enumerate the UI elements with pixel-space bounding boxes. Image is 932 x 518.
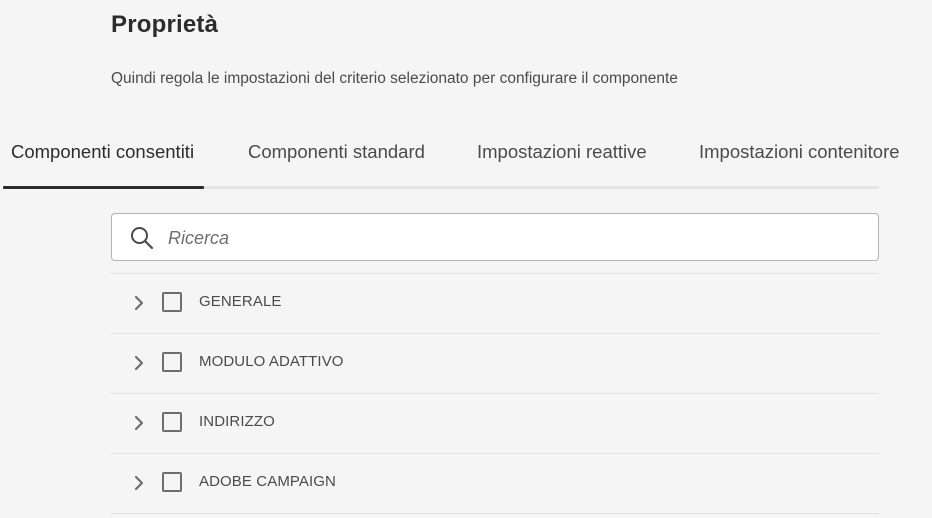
chevron-right-icon[interactable] — [131, 474, 147, 492]
search-input[interactable] — [166, 222, 860, 254]
tree-item-indirizzo: INDIRIZZO — [111, 393, 879, 453]
tree-item-label: GENERALE — [199, 293, 282, 310]
search-icon — [131, 227, 154, 250]
component-tree: GENERALE MODULO ADATTIVO INDIRIZZO ADOBE… — [111, 273, 879, 514]
tree-item-adobe-campaign: ADOBE CAMPAIGN — [111, 453, 879, 514]
chevron-right-icon[interactable] — [131, 414, 147, 432]
page-title: Proprietà — [111, 11, 219, 38]
tree-item-generale: GENERALE — [111, 273, 879, 333]
tab-bar: Componenti consentiti Componenti standar… — [3, 128, 900, 189]
tree-item-label: MODULO ADATTIVO — [199, 353, 344, 370]
tree-item-label: INDIRIZZO — [199, 413, 275, 430]
checkbox[interactable] — [162, 472, 182, 492]
tab-label: Impostazioni reattive — [477, 141, 647, 162]
tab-label: Componenti consentiti — [11, 141, 195, 162]
page-subtitle: Quindi regola le impostazioni del criter… — [111, 70, 678, 87]
tree-item-modulo-adattivo: MODULO ADATTIVO — [111, 333, 879, 393]
search-box[interactable] — [111, 213, 879, 261]
tab-impostazioni-reattive[interactable]: Impostazioni reattive — [477, 141, 647, 163]
checkbox[interactable] — [162, 352, 182, 372]
tab-impostazioni-contenitore[interactable]: Impostazioni contenitore — [699, 141, 900, 163]
chevron-right-icon[interactable] — [131, 294, 147, 312]
tab-componenti-consentiti[interactable]: Componenti consentiti — [11, 141, 194, 163]
tab-label: Componenti standard — [248, 141, 425, 162]
tab-label: Impostazioni contenitore — [699, 141, 900, 162]
checkbox[interactable] — [162, 292, 182, 312]
tree-item-label: ADOBE CAMPAIGN — [199, 473, 336, 490]
chevron-right-icon[interactable] — [131, 354, 147, 372]
active-tab-indicator — [3, 186, 204, 189]
checkbox[interactable] — [162, 412, 182, 432]
tab-componenti-standard[interactable]: Componenti standard — [248, 141, 425, 163]
